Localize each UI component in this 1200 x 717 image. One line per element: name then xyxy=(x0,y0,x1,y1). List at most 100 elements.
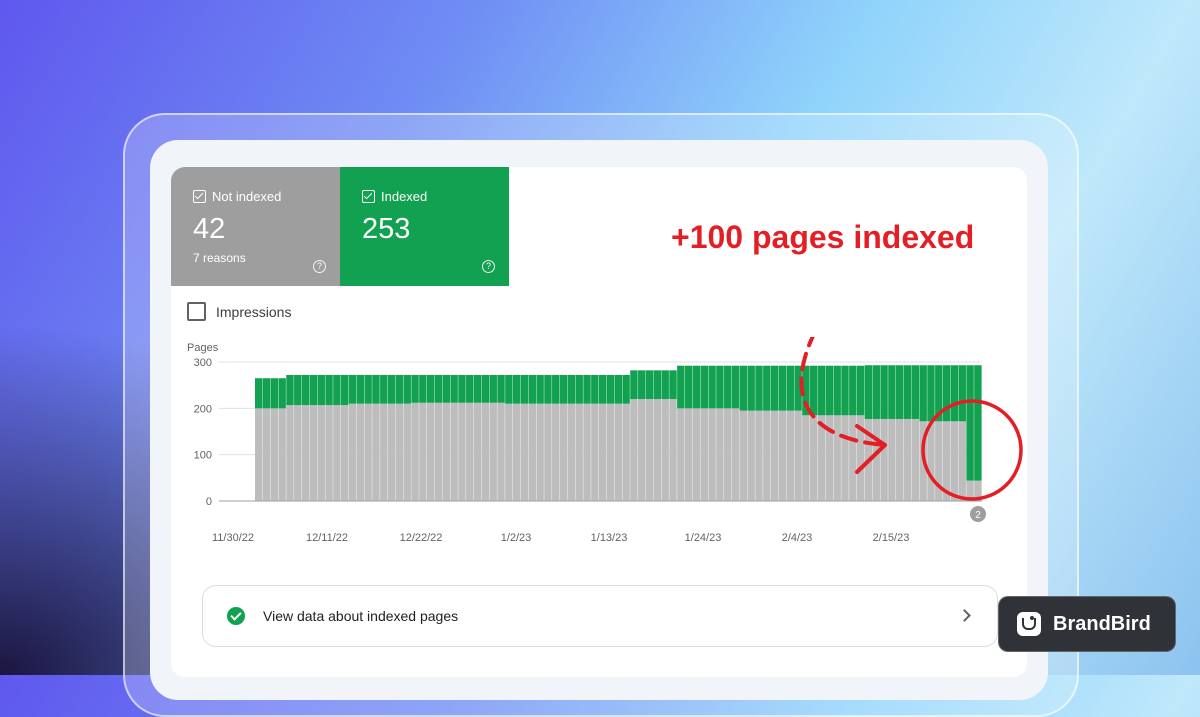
bar-indexed xyxy=(919,365,927,422)
brandbird-badge: BrandBird xyxy=(998,596,1176,652)
help-icon[interactable]: ? xyxy=(482,260,495,273)
bar-indexed xyxy=(810,365,818,416)
bar-indexed xyxy=(974,365,982,481)
y-axis-label: Pages xyxy=(187,342,219,354)
brand-name: BrandBird xyxy=(1053,612,1151,635)
bar-indexed xyxy=(528,374,537,404)
bar-not-indexed xyxy=(833,415,841,501)
annotation-badge-label: 2 xyxy=(975,510,981,521)
bar-not-indexed xyxy=(458,402,466,501)
bar-not-indexed xyxy=(708,408,716,501)
bar-indexed xyxy=(950,365,959,422)
bar-indexed xyxy=(473,374,482,403)
bar-not-indexed xyxy=(387,403,396,501)
bar-indexed xyxy=(778,365,787,411)
index-coverage-card: Not indexed 42 7 reasons ? Indexed 253 ?… xyxy=(171,167,1027,677)
chevron-right-icon xyxy=(958,609,971,622)
bar-not-indexed xyxy=(700,408,708,501)
bar-not-indexed xyxy=(528,403,537,501)
bar-indexed xyxy=(724,365,732,409)
indexed-tile[interactable]: Indexed 253 ? xyxy=(340,167,509,286)
bar-indexed xyxy=(317,374,325,406)
bar-not-indexed xyxy=(927,421,935,501)
not-indexed-count: 42 xyxy=(193,213,226,245)
bar-indexed xyxy=(958,365,966,422)
bar-not-indexed xyxy=(372,403,380,501)
bar-indexed xyxy=(622,374,630,404)
bar-not-indexed xyxy=(325,405,333,501)
bar-not-indexed xyxy=(731,408,740,501)
bar-not-indexed xyxy=(348,403,357,501)
bar-not-indexed xyxy=(333,405,341,501)
bar-indexed xyxy=(255,378,263,409)
bar-indexed xyxy=(278,378,286,409)
bar-indexed xyxy=(966,365,974,481)
help-icon[interactable]: ? xyxy=(313,260,326,273)
bar-not-indexed xyxy=(716,408,724,501)
bar-not-indexed xyxy=(630,399,638,501)
bar-not-indexed xyxy=(872,418,880,501)
bar-not-indexed xyxy=(653,399,662,501)
not-indexed-label: Not indexed xyxy=(212,189,282,204)
bar-not-indexed xyxy=(294,405,302,501)
bar-indexed xyxy=(286,374,294,406)
bar-indexed xyxy=(372,374,380,404)
bar-not-indexed xyxy=(270,408,279,501)
bar-not-indexed xyxy=(747,410,755,501)
bar-indexed xyxy=(770,365,779,411)
bar-indexed xyxy=(747,365,755,411)
bar-indexed xyxy=(731,365,740,409)
not-indexed-reasons: 7 reasons xyxy=(193,251,246,265)
bar-indexed xyxy=(575,374,583,404)
bar-indexed xyxy=(536,374,544,404)
bar-indexed xyxy=(849,365,857,416)
bar-not-indexed xyxy=(677,408,685,501)
bar-indexed xyxy=(403,374,411,404)
bar-not-indexed xyxy=(364,403,372,501)
bar-not-indexed xyxy=(380,403,388,501)
bar-indexed xyxy=(505,374,513,404)
bar-not-indexed xyxy=(356,403,365,501)
view-indexed-data-row[interactable]: View data about indexed pages xyxy=(202,585,998,647)
bar-indexed xyxy=(880,365,888,419)
bar-indexed xyxy=(598,374,607,404)
indexed-label: Indexed xyxy=(381,189,428,204)
bar-indexed xyxy=(333,374,341,406)
bar-indexed xyxy=(739,365,748,411)
bar-not-indexed xyxy=(426,402,435,501)
bar-not-indexed xyxy=(450,402,458,501)
bar-indexed xyxy=(677,365,685,409)
bar-indexed xyxy=(458,374,466,403)
bar-indexed xyxy=(411,374,419,403)
not-indexed-tile[interactable]: Not indexed 42 7 reasons ? xyxy=(171,167,340,286)
bar-not-indexed xyxy=(481,402,490,501)
bar-not-indexed xyxy=(262,408,271,501)
bar-not-indexed xyxy=(880,418,888,501)
bar-indexed xyxy=(356,374,365,404)
impressions-checkbox[interactable] xyxy=(187,302,206,321)
bar-not-indexed xyxy=(489,402,497,501)
bar-not-indexed xyxy=(778,410,787,501)
bar-indexed xyxy=(684,365,693,409)
bar-indexed xyxy=(434,374,443,403)
bar-not-indexed xyxy=(669,399,677,501)
bar-not-indexed xyxy=(544,403,552,501)
bar-indexed xyxy=(395,374,404,404)
bar-indexed xyxy=(763,365,771,411)
impressions-toggle[interactable]: Impressions xyxy=(187,302,291,321)
bar-indexed xyxy=(340,374,349,406)
bar-not-indexed xyxy=(958,421,966,501)
x-tick-label: 2/15/23 xyxy=(873,532,910,544)
bar-not-indexed xyxy=(419,402,427,501)
bar-not-indexed xyxy=(692,408,701,501)
bar-not-indexed xyxy=(317,405,325,501)
bar-indexed xyxy=(896,365,904,419)
bar-not-indexed xyxy=(911,418,920,501)
checkbox-icon xyxy=(362,190,375,203)
bar-not-indexed xyxy=(841,415,849,501)
bar-not-indexed xyxy=(794,410,802,501)
bar-indexed xyxy=(301,374,310,406)
x-tick-label: 12/22/22 xyxy=(400,532,443,544)
bar-not-indexed xyxy=(536,403,544,501)
bar-not-indexed xyxy=(505,403,513,501)
